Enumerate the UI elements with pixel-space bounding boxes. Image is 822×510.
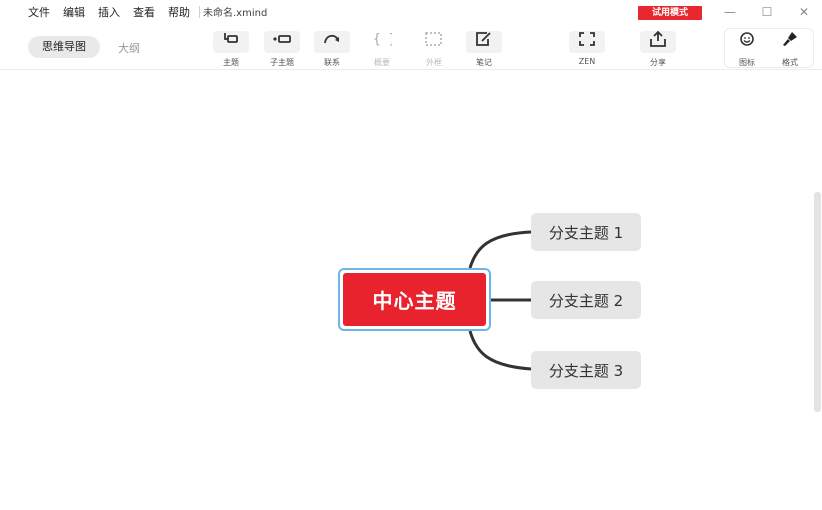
branch-topic-3[interactable]: 分支主题 3 [531,351,641,389]
branch-topic-1[interactable]: 分支主题 1 [531,213,641,251]
connector-branch-3 [468,330,532,371]
connector-branch-1 [468,230,532,269]
branch-connectors [468,230,532,371]
central-topic[interactable]: 中心主题 [343,273,486,326]
central-topic-selection[interactable]: 中心主题 [338,268,491,331]
branch-topic-2[interactable]: 分支主题 2 [531,281,641,319]
